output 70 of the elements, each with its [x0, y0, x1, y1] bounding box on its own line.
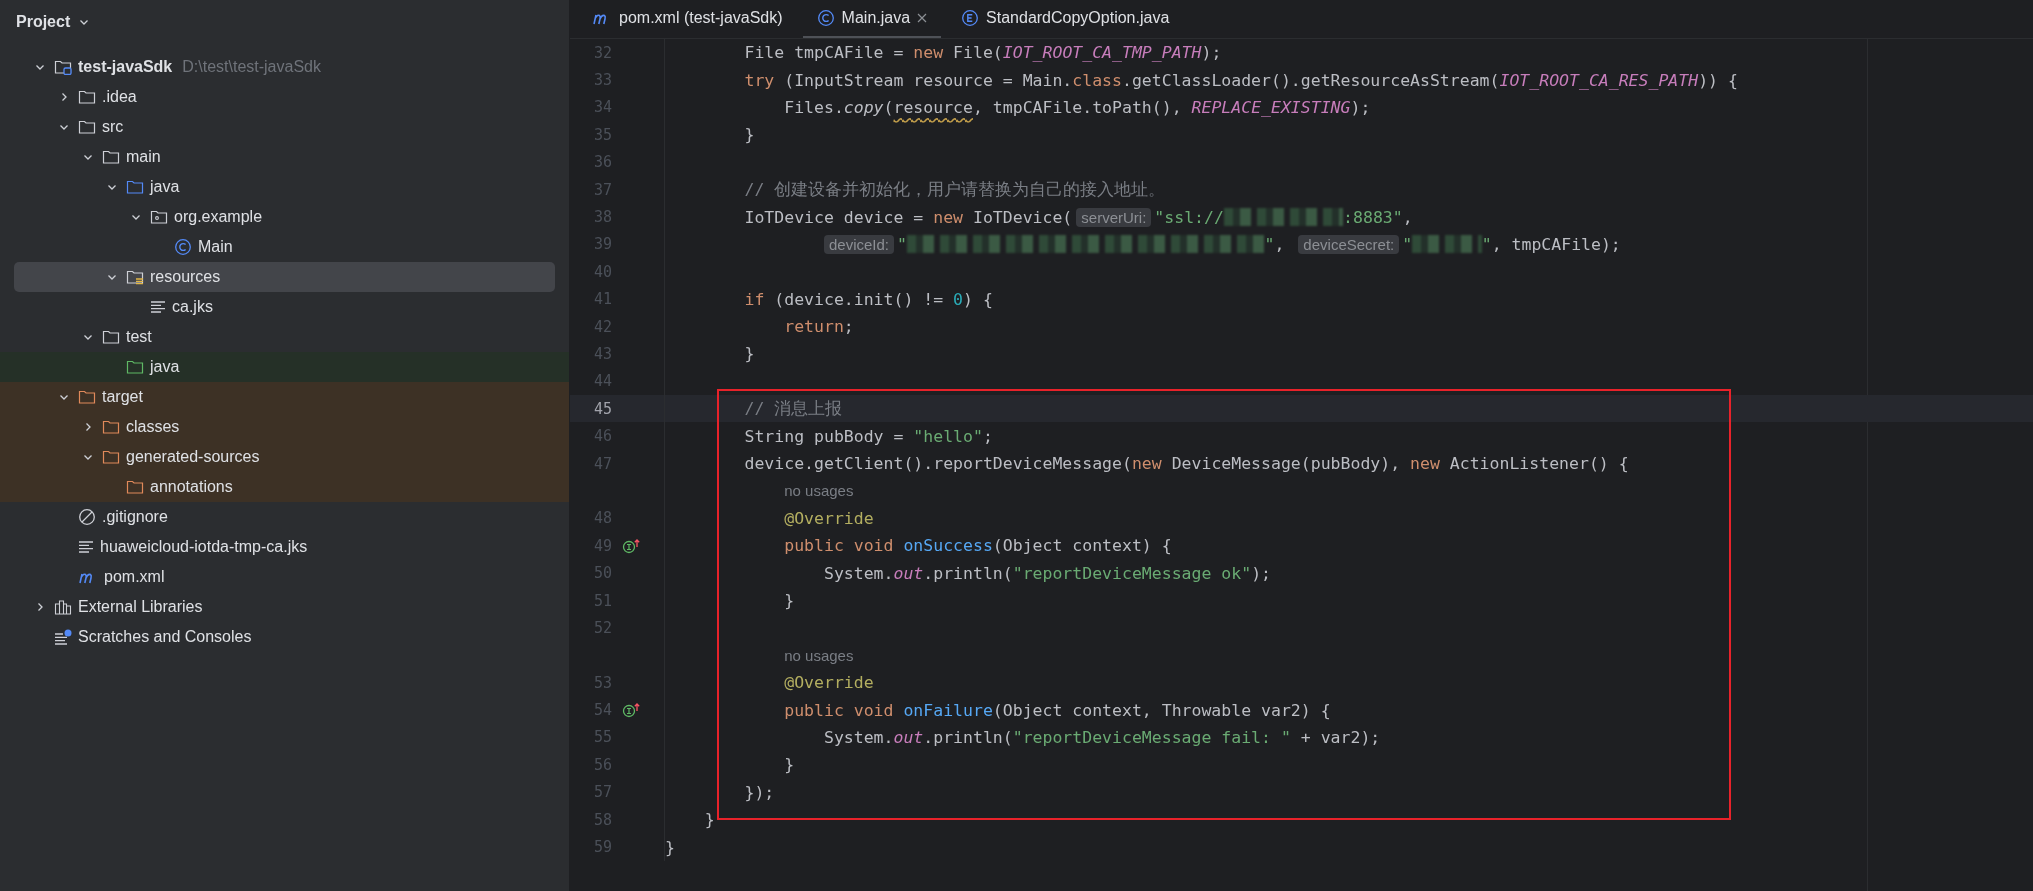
folder-icon — [102, 329, 120, 345]
close-icon[interactable] — [917, 13, 928, 23]
usage-hint[interactable]: no usages — [784, 646, 854, 664]
code-line: System.out.println("reportDeviceMessage ok"); — [822, 563, 1271, 583]
implements-marker-icon[interactable] — [622, 537, 642, 554]
editor-tab[interactable]: pom.xml (test-javaSdk) — [578, 0, 797, 38]
tree-item[interactable]: ca.jks — [14, 292, 555, 322]
class-icon — [816, 9, 835, 27]
code-line: @Override — [783, 673, 874, 693]
code-line: deviceId: " ", deviceSecret: " ", tmpCAFile); — [819, 234, 1621, 254]
editor-tab[interactable]: StandardCopyOption.java — [947, 0, 1184, 38]
code-line: String pubBody = "hello"; — [743, 426, 993, 446]
scratches-icon — [54, 629, 72, 645]
tree-item[interactable]: Scratches and Consoles — [14, 622, 555, 652]
folder-icon — [102, 449, 120, 465]
usage-hint[interactable]: no usages — [784, 482, 854, 500]
code-line: return; — [783, 317, 854, 337]
tree-item[interactable]: java — [14, 172, 555, 202]
folder-icon — [102, 419, 120, 435]
ignored-file-icon — [78, 508, 96, 526]
tree-item[interactable]: test — [14, 322, 555, 352]
line-number: 45 — [592, 399, 612, 418]
code-line: public void onFailure(Object context, Throwable var2) { — [783, 700, 1331, 720]
text-file-icon — [150, 300, 166, 314]
code-line: } — [665, 837, 675, 857]
code-line: File tmpCAFile = new File(IOT_ROOT_CA_TMP_PATH); — [743, 43, 1222, 63]
tree-item[interactable]: resources — [14, 262, 555, 292]
folder-icon — [126, 269, 144, 285]
code-line: } — [783, 591, 795, 610]
package-folder-icon — [150, 209, 168, 225]
code-line: try (InputStream resource = Main.class.getClassLoader().getResourceAsStream(IOT_ROOT_CA_RES_PATH)) { — [743, 70, 1738, 90]
code-line: }); — [743, 782, 775, 802]
code-line: } — [743, 125, 755, 145]
editor-tab[interactable]: Main.java — [802, 0, 942, 38]
code-line: IoTDevice device = new IoTDevice( serverUri: "ssl:// :8883", — [743, 207, 1413, 227]
folder-icon — [102, 149, 120, 165]
libraries-icon — [54, 599, 72, 615]
folder-icon — [126, 179, 144, 195]
class-icon — [174, 238, 192, 256]
folder-icon — [126, 359, 144, 375]
code-line: Files.copy(resource, tmpCAFile.toPath(), REPLACE_EXISTING); — [783, 97, 1371, 117]
tree-item[interactable]: main — [14, 142, 555, 172]
implements-marker-icon[interactable] — [622, 702, 642, 719]
tree-item[interactable]: Main — [14, 232, 555, 262]
tree-item[interactable]: test-javaSdk D:\test\test-javaSdk — [14, 52, 555, 82]
panel-title[interactable]: Project — [16, 13, 71, 31]
code-line: } — [783, 755, 795, 775]
code-line: public void onSuccess(Object context) { — [783, 536, 1172, 556]
code-line: @Override — [783, 508, 874, 528]
code-line: device.getClient().reportDeviceMessage(new DeviceMessage(pubBody), new ActionListener() { — [743, 454, 1629, 474]
tree-item[interactable]: huaweicloud-iotda-tmp-ca.jks — [14, 532, 555, 562]
code-line: // 消息上报 — [743, 397, 843, 420]
tree-item[interactable]: .idea — [14, 82, 555, 112]
folder-icon — [78, 89, 96, 105]
code-line: // 创建设备并初始化，用户请替换为自己的接入地址。 — [743, 178, 1166, 201]
folder-icon — [54, 59, 72, 75]
tree-item[interactable]: pom.xml — [14, 562, 555, 592]
tree-item[interactable]: src — [14, 112, 555, 142]
tree-item[interactable]: External Libraries — [14, 592, 555, 622]
folder-icon — [126, 479, 144, 495]
tree-item[interactable]: .gitignore — [14, 502, 555, 532]
code-line: } — [703, 810, 715, 830]
code-line: System.out.println("reportDeviceMessage fail: " + var2); — [822, 727, 1381, 747]
code-line: } — [743, 344, 755, 364]
code-line: if (device.init() != 0) { — [743, 289, 993, 309]
text-file-icon — [78, 540, 94, 554]
folder-icon — [78, 389, 96, 405]
enum-icon — [961, 9, 980, 27]
folder-icon — [78, 119, 96, 135]
tree-item[interactable]: org.example — [14, 202, 555, 232]
